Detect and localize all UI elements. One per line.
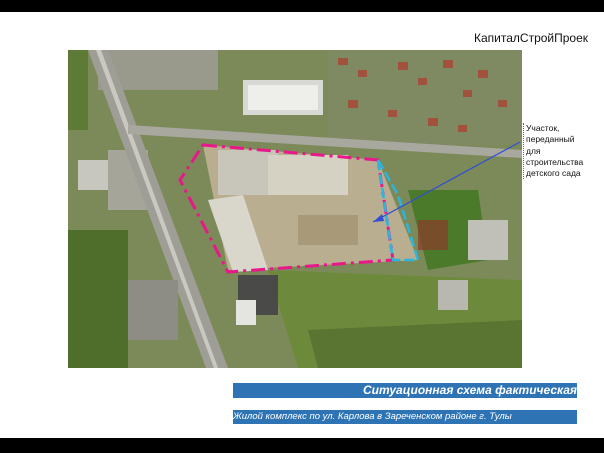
slide-subtitle: Жилой комплекс по ул. Карлова в Зареченс… bbox=[233, 410, 577, 424]
note-line: для bbox=[526, 145, 541, 156]
note-line: строительства bbox=[526, 156, 584, 167]
note-line: переданный bbox=[526, 134, 575, 145]
kindergarten-plot-note: Участок, переданный для строительства де… bbox=[523, 123, 604, 180]
aerial-site-map bbox=[68, 50, 522, 368]
note-line: детского сада bbox=[526, 168, 581, 179]
note-line: Участок, bbox=[526, 123, 560, 133]
top-black-bar bbox=[0, 0, 604, 12]
slide-title: Ситуационная схема фактическая bbox=[233, 383, 577, 398]
bottom-black-bar bbox=[0, 438, 604, 453]
company-name: КапиталСтройПроек bbox=[474, 31, 589, 45]
